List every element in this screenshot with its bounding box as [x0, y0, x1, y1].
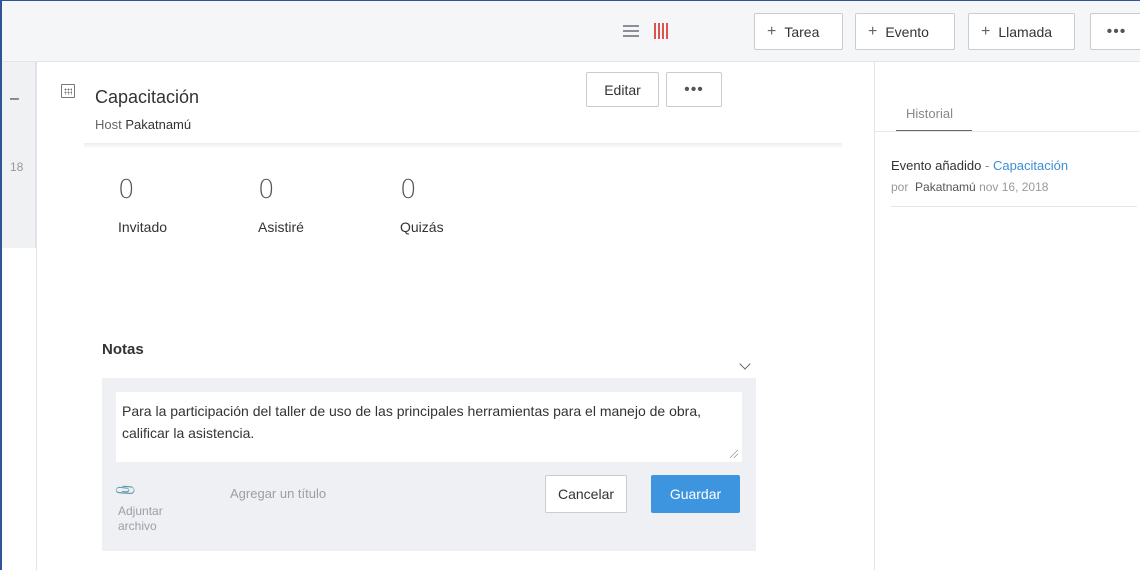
history-user[interactable]: Pakatnamú: [915, 180, 976, 194]
save-button[interactable]: Guardar: [651, 475, 740, 513]
host-label: Host: [95, 117, 122, 132]
rsvp-count: 0: [400, 175, 417, 205]
history-event-link[interactable]: Capacitación: [993, 158, 1068, 173]
panel-divider: [36, 62, 37, 570]
tab-history[interactable]: Historial: [906, 106, 953, 121]
kanban-view-icon[interactable]: [654, 23, 670, 39]
resize-handle-icon[interactable]: [730, 450, 738, 458]
rsvp-label: Quizás: [400, 219, 444, 235]
notes-title: Notas: [102, 341, 144, 358]
edit-button[interactable]: Editar: [586, 72, 659, 107]
host-name[interactable]: Pakatnamú: [125, 117, 191, 132]
left-list-panel: – 18: [2, 62, 36, 248]
history-separator: -: [984, 158, 990, 173]
history-by: por: [891, 180, 909, 194]
tab-divider: [875, 131, 1140, 132]
rsvp-count: 0: [258, 175, 275, 205]
paperclip-icon[interactable]: 📎: [114, 478, 138, 502]
history-date: nov 16, 2018: [979, 180, 1049, 194]
event-host: Host Pakatnamú: [95, 117, 191, 132]
event-more-button[interactable]: •••: [666, 72, 722, 107]
rsvp-attending: 0 Asistiré: [258, 175, 304, 235]
event-title: Capacitación: [95, 87, 200, 107]
rsvp-invited: 0 Invitado: [118, 175, 167, 235]
add-call-button[interactable]: + Llamada: [968, 13, 1075, 50]
add-task-label: Tarea: [784, 23, 820, 40]
top-toolbar: + Tarea + Evento + Llamada •••: [2, 1, 1140, 62]
rsvp-count: 0: [118, 175, 135, 205]
plus-icon: +: [868, 22, 878, 40]
notes-text: Para la participación del taller de uso …: [122, 403, 701, 441]
plus-icon: +: [981, 22, 991, 40]
add-event-label: Evento: [885, 23, 929, 40]
add-task-button[interactable]: + Tarea: [754, 13, 843, 50]
rsvp-label: Asistiré: [258, 219, 304, 235]
header-divider: [84, 143, 842, 149]
history-entry: Evento añadido - Capacitación: [891, 158, 1068, 173]
list-fragment: –: [10, 90, 19, 107]
history-meta: por Pakatnamú nov 16, 2018: [891, 180, 1048, 194]
panel-divider: [874, 62, 875, 570]
cancel-button[interactable]: Cancelar: [545, 475, 627, 513]
notes-textarea[interactable]: Para la participación del taller de uso …: [116, 392, 742, 462]
calendar-icon: [61, 84, 75, 98]
add-title-input[interactable]: Agregar un título: [230, 486, 326, 501]
more-actions-button[interactable]: •••: [1090, 13, 1140, 50]
list-date-fragment: 18: [10, 160, 24, 174]
rsvp-maybe: 0 Quizás: [400, 175, 444, 235]
history-divider: [891, 206, 1137, 207]
history-action: Evento añadido: [891, 158, 982, 173]
attach-file-label[interactable]: Adjuntar archivo: [118, 504, 188, 534]
add-call-label: Llamada: [998, 23, 1053, 40]
list-view-icon[interactable]: [623, 25, 639, 39]
add-event-button[interactable]: + Evento: [855, 13, 955, 50]
rsvp-label: Invitado: [118, 219, 168, 235]
notes-editor: Para la participación del taller de uso …: [102, 378, 756, 551]
plus-icon: +: [767, 22, 777, 40]
